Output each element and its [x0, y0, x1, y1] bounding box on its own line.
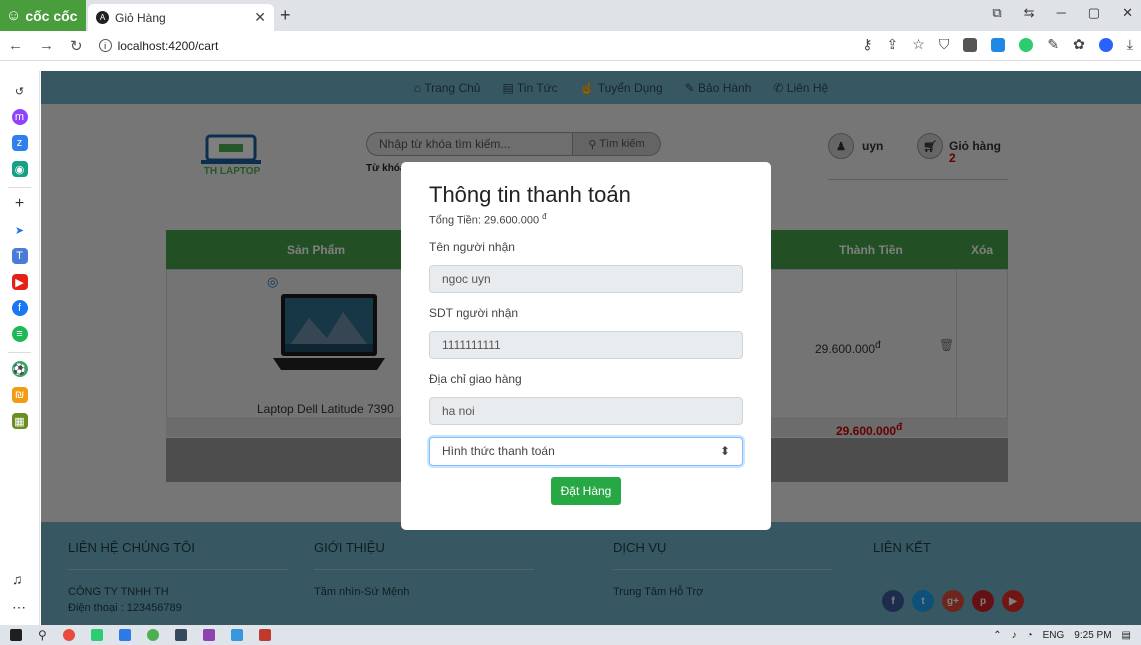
more-options-icon[interactable]: ⋯ — [12, 599, 26, 616]
url-field[interactable]: i localhost:4200/cart — [98, 38, 219, 53]
modal-total: Tổng Tiền: 29.600.000 đ — [429, 212, 743, 227]
coccoc-menu-button[interactable]: ☺ cốc cốc — [0, 0, 86, 31]
browser-sidebar: ↺ m z ◉ + ➤ T ▶ f ≡ ⚽ ₪ ▦ ♫ ⋯ — [0, 71, 40, 625]
reload-icon[interactable]: ↻ — [70, 37, 83, 55]
share-icon[interactable]: ⇪ — [887, 36, 899, 53]
tab-close-icon[interactable]: ✕ — [254, 9, 266, 26]
close-window-button[interactable]: ✕ — [1122, 5, 1133, 21]
extension-green-icon[interactable] — [1019, 37, 1034, 52]
shopping-icon[interactable]: ₪ — [11, 387, 28, 403]
back-icon[interactable]: ← — [8, 37, 23, 55]
tab-search-icon[interactable]: ⇆ — [1024, 5, 1035, 21]
tray-lang[interactable]: ENG — [1043, 630, 1065, 641]
address-field[interactable]: ha noi — [429, 396, 743, 425]
browser-tab-bar: ☺ cốc cốc A Giỏ Hàng ✕ + ⧉ ⇆ ─ ▢ ✕ — [0, 0, 1141, 31]
downloads-icon[interactable]: ⤓ — [1127, 36, 1133, 53]
add-sidebar-icon[interactable]: + — [12, 195, 28, 212]
address-label: Địa chỉ giao hàng — [429, 371, 522, 386]
payment-method-value: Hình thức thanh toán — [442, 444, 555, 459]
modal-total-currency: đ — [542, 212, 547, 221]
profile-avatar-icon[interactable] — [1098, 37, 1113, 52]
new-tab-button[interactable]: + — [280, 5, 291, 26]
purple-app-taskbar-icon[interactable] — [202, 629, 215, 641]
pointer-icon[interactable]: ➤ — [12, 222, 28, 238]
coccoc-brand-label: cốc cốc — [25, 7, 78, 24]
coccoc-logo-icon: ☺ — [6, 7, 22, 24]
browser-tab[interactable]: A Giỏ Hàng ✕ — [88, 4, 274, 31]
extensions-puzzle-icon[interactable]: ✿ — [1073, 36, 1085, 53]
coccoc-taskbar-icon[interactable] — [146, 629, 159, 641]
recipient-label: Tên người nhận — [429, 239, 515, 254]
recipient-field[interactable]: ngoc uyn — [429, 264, 743, 293]
spotify-icon[interactable]: ≡ — [11, 326, 28, 342]
history-icon[interactable]: ↺ — [12, 83, 28, 99]
notifications-bell-icon[interactable]: ♫ — [12, 571, 23, 587]
forward-icon[interactable]: → — [39, 37, 54, 55]
messenger-icon[interactable]: m — [11, 109, 28, 125]
select-arrows-icon: ⬍ — [719, 444, 730, 459]
url-text: localhost:4200/cart — [117, 38, 219, 53]
download-extension-icon[interactable] — [963, 37, 978, 52]
minimize-button[interactable]: ─ — [1057, 5, 1066, 21]
screenshot-icon[interactable]: ⧉ — [992, 5, 1001, 21]
volume-icon[interactable]: ♪ — [1012, 630, 1017, 641]
start-icon[interactable] — [10, 629, 22, 641]
app-taskbar-icon[interactable] — [174, 629, 187, 641]
zalo-icon[interactable]: z — [11, 135, 28, 151]
w-app-taskbar-icon[interactable] — [258, 629, 271, 641]
search-icon[interactable]: ⚲ — [38, 628, 47, 642]
notification-center-icon[interactable]: ▤ — [1122, 630, 1131, 641]
football-icon[interactable]: ⚽ — [11, 361, 28, 377]
tray-clock[interactable]: 9:25 PM — [1074, 630, 1111, 641]
tab-title: Giỏ Hàng — [115, 10, 166, 25]
payment-method-select[interactable]: Hình thức thanh toán ⬍ — [429, 436, 743, 466]
phone-label: SDT người nhận — [429, 305, 519, 320]
maximize-button[interactable]: ▢ — [1088, 5, 1100, 21]
chrome-taskbar-icon[interactable] — [62, 629, 75, 641]
tray-chevron-icon[interactable]: ⌃ — [993, 630, 1001, 641]
phone-field[interactable]: 1111111111 — [429, 330, 743, 359]
place-order-button[interactable]: Đặt Hàng — [551, 476, 621, 505]
windows-taskbar: ⚲ ⌃ ♪ ◔ ENG 9:25 PM ▤ — [0, 625, 1141, 645]
translate-icon[interactable]: T — [11, 248, 28, 264]
key-icon[interactable]: ⚷ — [862, 36, 872, 53]
store-taskbar-icon[interactable] — [90, 629, 103, 641]
game-icon[interactable]: ◉ — [11, 161, 28, 177]
app-tile-icon[interactable]: ▦ — [11, 413, 28, 429]
angular-favicon-icon: A — [96, 11, 109, 24]
bookmark-star-icon[interactable]: ☆ — [912, 36, 925, 53]
checkout-modal: Thông tin thanh toán Tổng Tiền: 29.600.0… — [401, 162, 771, 530]
site-info-icon[interactable]: i — [98, 39, 112, 52]
shield-icon[interactable]: ⛉ — [939, 36, 950, 53]
youtube-icon[interactable]: ▶ — [11, 274, 28, 290]
zalo-taskbar-icon[interactable] — [230, 629, 243, 641]
network-icon[interactable]: ◔ — [1027, 630, 1033, 641]
extension-blue-icon[interactable] — [991, 37, 1006, 52]
modal-title: Thông tin thanh toán — [429, 182, 631, 207]
vscode-taskbar-icon[interactable] — [118, 629, 131, 641]
eyedropper-icon[interactable]: ✎ — [1047, 36, 1059, 53]
modal-total-value: Tổng Tiền: 29.600.000 — [429, 214, 540, 227]
facebook-icon[interactable]: f — [11, 300, 28, 316]
